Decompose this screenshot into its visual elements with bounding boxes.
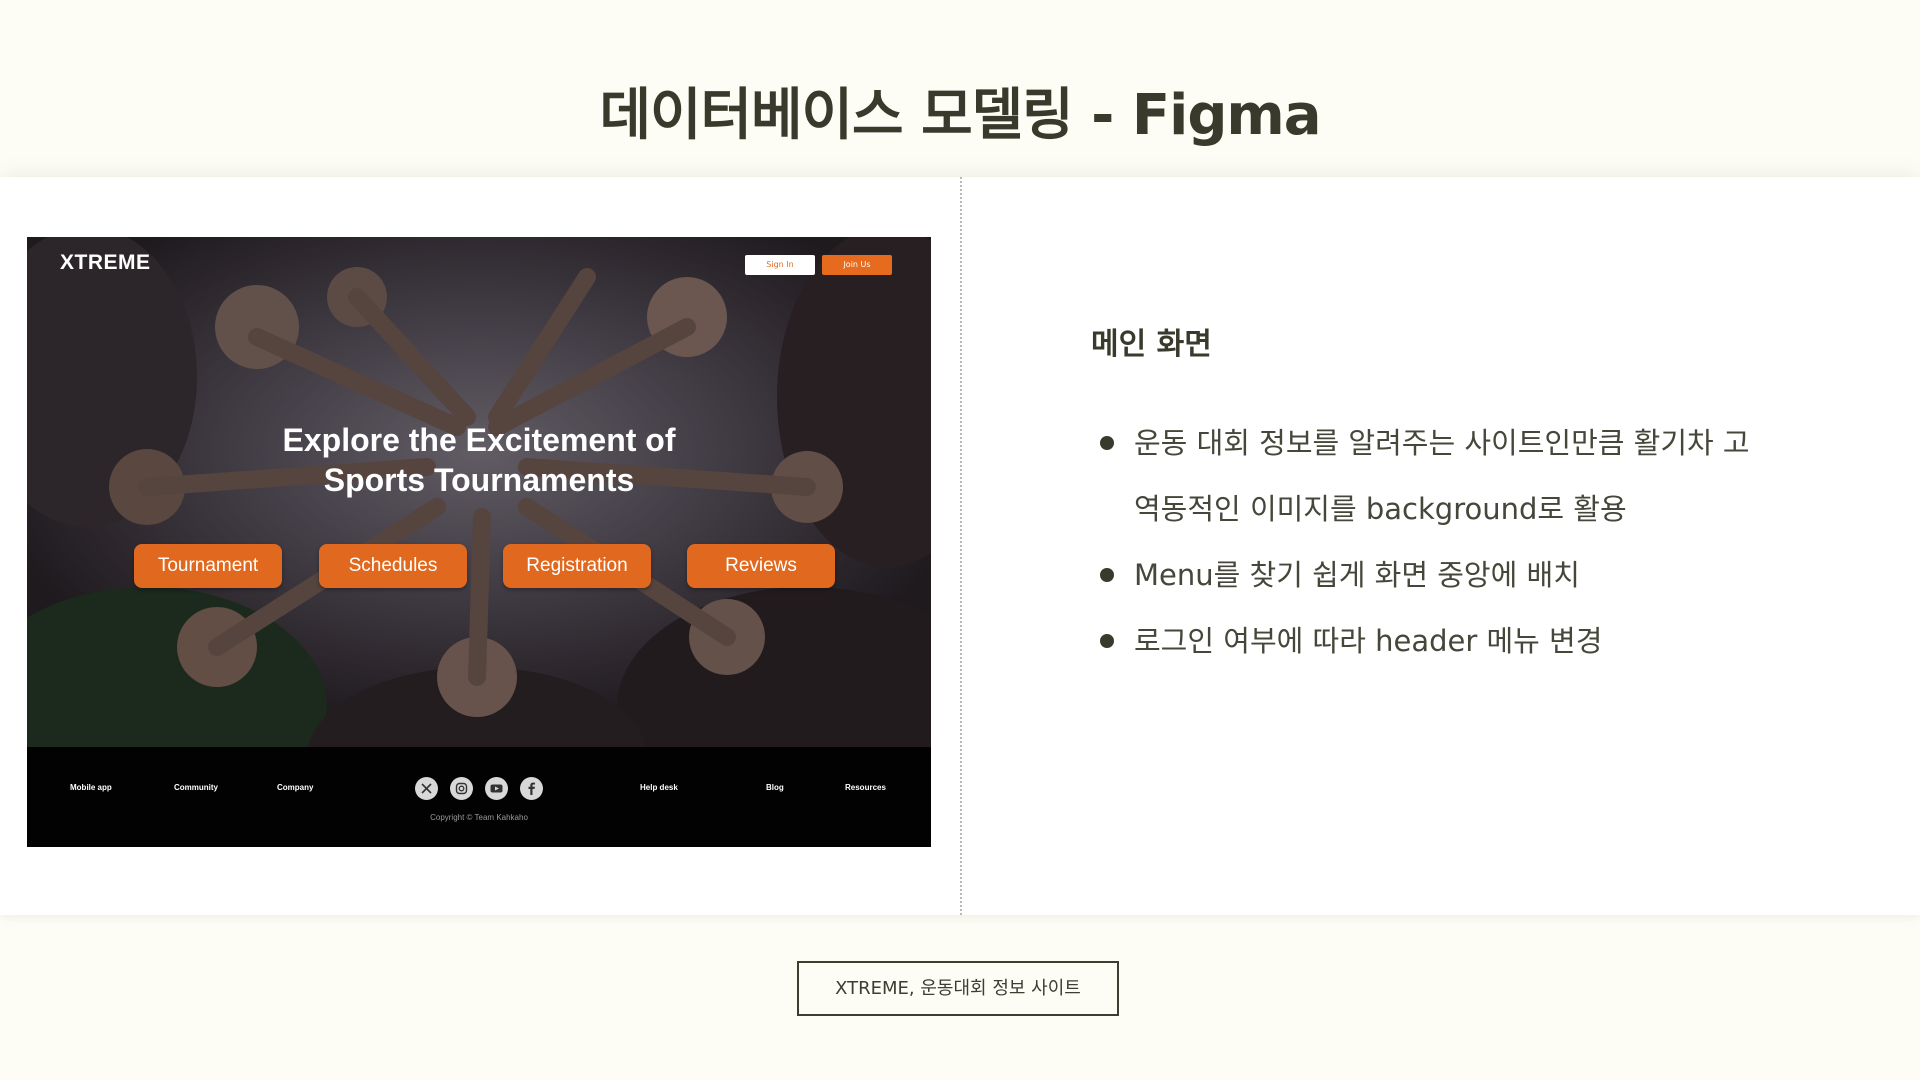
list-item: 로그인 여부에 따라 header 메뉴 변경 [1100,608,1780,674]
bullet-dot-icon [1100,568,1114,582]
sign-in-button[interactable]: Sign In [745,255,815,275]
hero-heading-line2: Sports Tournaments [323,462,635,498]
bullet-text: Menu를 찾기 쉽게 화면 중앙에 배치 [1134,558,1580,592]
section-heading: 메인 화면 [1091,327,1212,362]
bullet-text: 운동 대회 정보를 알려주는 사이트인만큼 활기차 고 역동적인 이미지를 ba… [1134,426,1750,526]
x-icon[interactable] [415,777,438,800]
menu-button-reviews[interactable]: Reviews [687,544,835,588]
footer-link-company[interactable]: Company [277,783,313,792]
footer-link-blog[interactable]: Blog [766,783,784,792]
brand-logo[interactable]: XTREME [60,251,151,275]
bullet-dot-icon [1100,634,1114,648]
list-item: Menu를 찾기 쉽게 화면 중앙에 배치 [1100,542,1780,608]
hero-heading: Explore the Excitement of Sports Tournam… [27,420,931,500]
slide-caption: XTREME, 운동대회 정보 사이트 [797,961,1119,1016]
list-item: 운동 대회 정보를 알려주는 사이트인만큼 활기차 고 역동적인 이미지를 ba… [1100,410,1780,542]
menu-button-tournament[interactable]: Tournament [134,544,282,588]
description-bullet-list: 운동 대회 정보를 알려주는 사이트인만큼 활기차 고 역동적인 이미지를 ba… [1100,410,1780,674]
mockup-footer: Mobile app Community Company Help desk B… [27,747,931,847]
vertical-divider [960,177,962,915]
youtube-icon[interactable] [485,777,508,800]
menu-button-schedules[interactable]: Schedules [319,544,467,588]
menu-button-registration[interactable]: Registration [503,544,651,588]
footer-link-resources[interactable]: Resources [845,783,886,792]
instagram-icon[interactable] [450,777,473,800]
copyright-text: Copyright © Team Kahkaho [430,813,528,822]
join-us-button[interactable]: Join Us [822,255,892,275]
figma-mockup-screen: XTREME Sign In Join Us Explore the Excit… [27,237,931,847]
facebook-icon[interactable] [520,777,543,800]
bullet-text: 로그인 여부에 따라 header 메뉴 변경 [1134,624,1603,658]
page-title: 데이터베이스 모델링 - Figma [599,83,1321,148]
footer-link-mobile-app[interactable]: Mobile app [70,783,112,792]
bullet-dot-icon [1100,436,1114,450]
footer-link-community[interactable]: Community [174,783,218,792]
hero-section: XTREME Sign In Join Us Explore the Excit… [27,237,931,747]
content-panel: XTREME Sign In Join Us Explore the Excit… [0,177,1920,915]
hero-heading-line1: Explore the Excitement of [282,422,676,458]
footer-link-help-desk[interactable]: Help desk [640,783,678,792]
